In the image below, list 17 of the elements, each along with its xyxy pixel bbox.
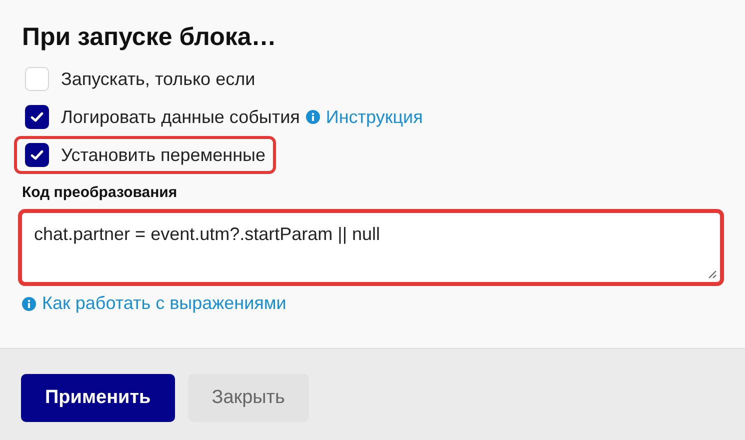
field-label: Код преобразования bbox=[22, 184, 178, 201]
checkbox[interactable] bbox=[25, 143, 49, 167]
apply-button[interactable]: Применить bbox=[21, 374, 175, 422]
info-icon bbox=[22, 296, 36, 310]
check-icon bbox=[30, 111, 44, 123]
resize-grip-icon[interactable] bbox=[708, 270, 717, 279]
info-icon bbox=[306, 110, 320, 124]
help-link[interactable]: Как работать с выражениями bbox=[42, 293, 286, 314]
section-title: При запуске блока… bbox=[22, 23, 278, 52]
checkbox-label: Установить переменные bbox=[61, 144, 266, 166]
instruction-link[interactable]: Инструкция bbox=[326, 106, 423, 128]
checkbox-label: Логировать данные события bbox=[61, 106, 300, 128]
checkbox[interactable] bbox=[25, 105, 49, 129]
code-field[interactable]: chat.partner = event.utm?.startParam || null bbox=[18, 209, 724, 286]
checkbox-label: Запускать, только если bbox=[61, 68, 256, 90]
check-icon bbox=[30, 149, 44, 161]
close-button[interactable]: Закрыть bbox=[188, 374, 309, 422]
